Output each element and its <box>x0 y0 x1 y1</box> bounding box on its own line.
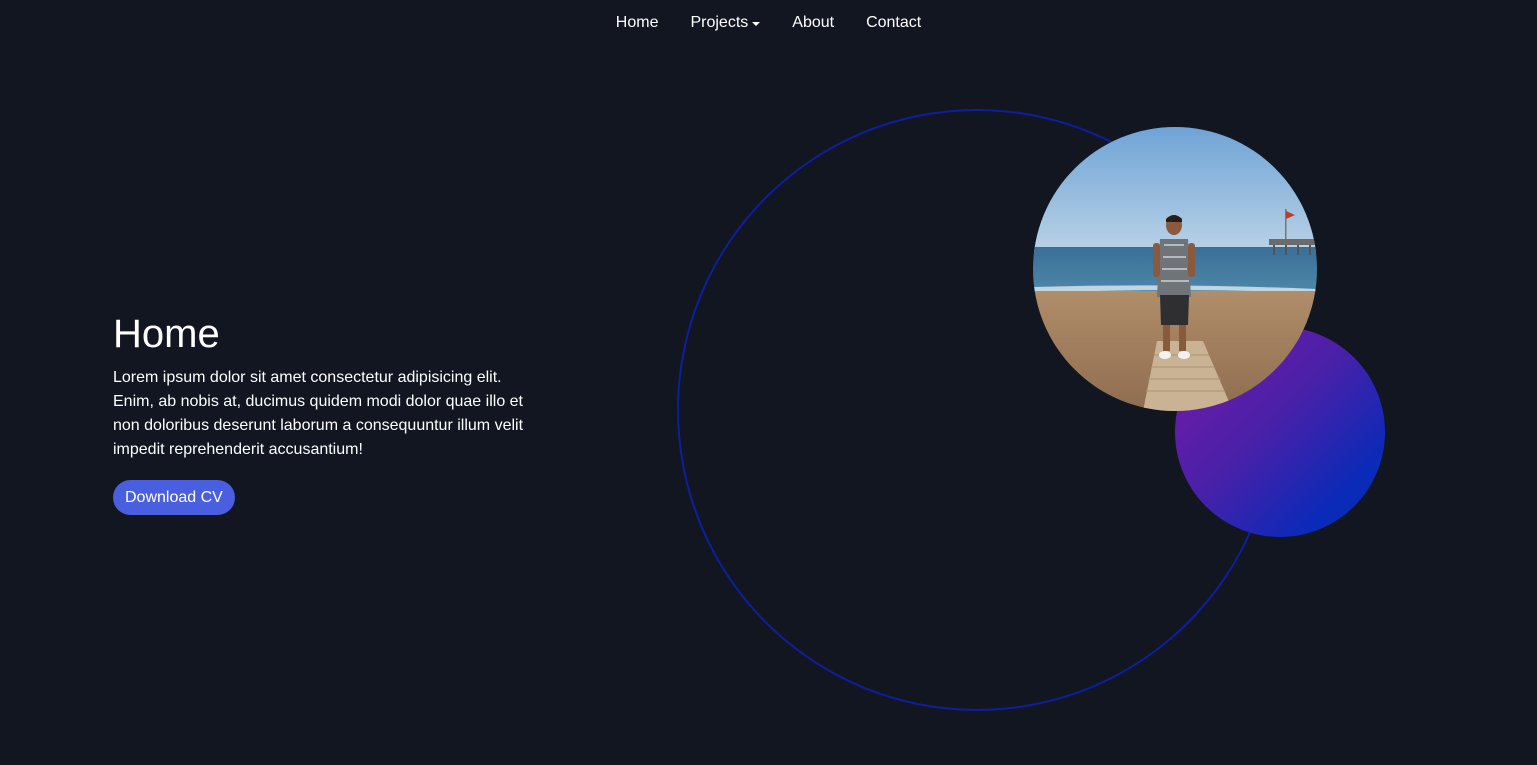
top-navbar: Home Projects About Contact <box>0 0 1537 46</box>
nav-item-about[interactable]: About <box>792 14 834 32</box>
hero-text-section: Home Lorem ipsum dolor sit amet consecte… <box>113 310 533 515</box>
nav-contact-label: Contact <box>866 14 922 31</box>
nav-item-projects[interactable]: Projects <box>690 14 761 32</box>
nav-item-home[interactable]: Home <box>616 14 659 32</box>
page: Home Projects About Contact Home Lorem i… <box>0 0 1537 765</box>
download-cv-button[interactable]: Download CV <box>113 480 235 515</box>
profile-photo-image <box>1033 127 1317 411</box>
profile-photo <box>1033 127 1317 411</box>
nav-list: Home Projects About Contact <box>616 14 921 32</box>
nav-item-contact[interactable]: Contact <box>866 14 921 32</box>
hero-description: Lorem ipsum dolor sit amet consectetur a… <box>113 369 524 458</box>
nav-home-label: Home <box>615 14 659 31</box>
nav-projects-label: Projects <box>690 14 749 31</box>
caret-down-icon <box>752 22 761 26</box>
nav-about-label: About <box>792 14 835 31</box>
hero-title: Home <box>113 312 220 356</box>
